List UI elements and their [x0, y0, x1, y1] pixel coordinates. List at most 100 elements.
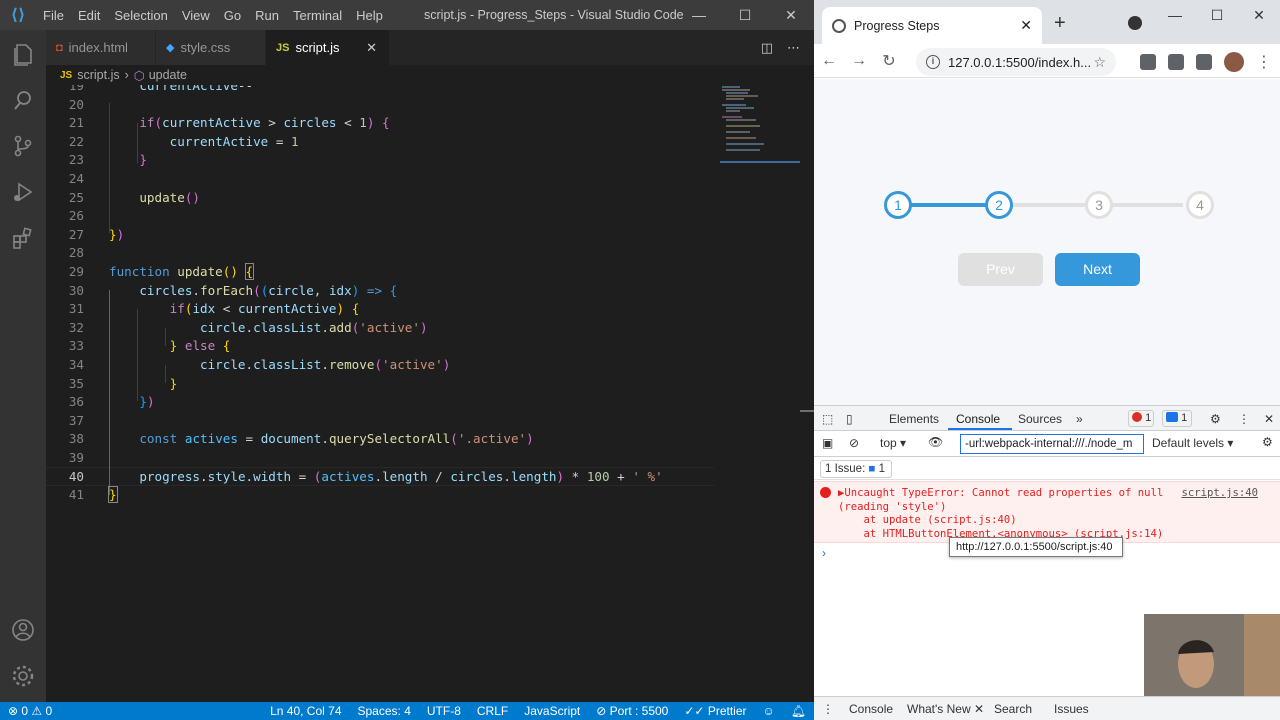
search-icon[interactable] [9, 86, 37, 114]
console-settings-icon[interactable]: ⚙ [1262, 435, 1273, 449]
drawer-tab-whats-new[interactable]: What's New [907, 702, 971, 716]
more-tabs-icon[interactable]: » [1076, 412, 1083, 426]
minimize-icon[interactable]: — [676, 0, 722, 30]
cursor-position[interactable]: Ln 40, Col 74 [262, 704, 349, 718]
language-mode[interactable]: JavaScript [516, 704, 588, 718]
menu-terminal[interactable]: Terminal [286, 8, 349, 23]
editor-scrollbar[interactable] [800, 85, 814, 702]
drawer-tab-issues[interactable]: Issues [1054, 702, 1089, 716]
forward-icon[interactable]: → [844, 52, 874, 70]
line-number: 24 [68, 171, 84, 186]
close-drawer-tab-icon[interactable]: ✕ [974, 702, 984, 716]
title-bar: ⟨⟩ File Edit Selection View Go Run Termi… [0, 0, 814, 30]
address-bar[interactable]: i 127.0.0.1:5500/index.h... ☆ [916, 48, 1116, 76]
prev-button[interactable]: Prev [958, 253, 1043, 286]
scroll-thumb[interactable] [800, 410, 814, 412]
account-icon[interactable] [9, 616, 37, 644]
context-selector[interactable]: top ▾ [880, 436, 906, 450]
console-prompt-icon[interactable]: › [822, 546, 826, 560]
maximize-icon[interactable]: ☐ [1196, 0, 1238, 30]
issues-label: 1 Issue: [825, 463, 866, 475]
back-icon[interactable]: ← [814, 52, 844, 70]
line-number: 28 [68, 245, 84, 261]
tab-style-css[interactable]: ◆ style.css [156, 30, 266, 65]
close-tab-icon[interactable]: ✕ [1020, 17, 1032, 34]
next-button[interactable]: Next [1055, 253, 1140, 286]
extension-icon[interactable] [1140, 54, 1156, 70]
minimap[interactable] [720, 85, 800, 165]
close-icon[interactable]: ✕ [1238, 0, 1280, 30]
end-of-line[interactable]: CRLF [469, 704, 516, 718]
minimize-icon[interactable]: — [1154, 0, 1196, 30]
tab-search-icon[interactable] [1128, 16, 1142, 30]
console-filter-input[interactable]: -url:webpack-internal:///./node_m [960, 434, 1144, 454]
inspect-element-icon[interactable]: ⬚ [822, 412, 833, 426]
encoding[interactable]: UTF-8 [419, 704, 469, 718]
reading-list-icon[interactable] [1196, 54, 1212, 70]
issues-link[interactable]: 1 Issue: ■ 1 [820, 460, 892, 478]
drawer-menu-icon[interactable]: ⋮ [822, 702, 834, 716]
split-editor-icon[interactable]: ◫ [761, 40, 773, 56]
error-count: 1 [1145, 412, 1152, 424]
notifications-icon[interactable]: 🔔︎ [783, 704, 814, 718]
devtools-settings-icon[interactable]: ⚙ [1210, 412, 1221, 426]
menu-help[interactable]: Help [349, 8, 390, 23]
devtools-tab-elements[interactable]: Elements [889, 412, 939, 426]
close-icon[interactable]: ✕ [768, 0, 814, 30]
reload-icon[interactable]: ↻ [874, 51, 904, 71]
indentation[interactable]: Spaces: 4 [350, 704, 419, 718]
tab-script-js[interactable]: JS script.js ✕ [266, 30, 390, 65]
menu-run[interactable]: Run [248, 8, 286, 23]
problems-indicator[interactable]: ⊗ 0 ⚠ 0 [0, 704, 60, 718]
info-icon[interactable]: i [926, 55, 940, 69]
show-sidebar-icon[interactable]: ▣ [822, 436, 833, 450]
drawer-tab-search[interactable]: Search [994, 702, 1032, 716]
profile-avatar[interactable] [1224, 52, 1244, 72]
menu-view[interactable]: View [175, 8, 217, 23]
settings-gear-icon[interactable] [9, 662, 37, 690]
prettier-status[interactable]: ✓✓ Prettier [676, 704, 754, 718]
menu-go[interactable]: Go [217, 8, 248, 23]
clear-console-icon[interactable]: ⊘ [849, 436, 859, 450]
bookmark-star-icon[interactable]: ☆ [1093, 54, 1106, 71]
code-line: 33 } else { [46, 337, 806, 356]
devtools-tab-console[interactable]: Console [956, 412, 1000, 426]
new-tab-icon[interactable]: + [1054, 12, 1066, 35]
close-tab-icon[interactable]: ✕ [352, 40, 377, 56]
more-actions-icon[interactable]: ⋯ [787, 40, 800, 56]
message-count-badge[interactable]: 1 [1162, 410, 1192, 427]
menu-selection[interactable]: Selection [107, 8, 174, 23]
error-line: (reading 'style') [838, 500, 947, 513]
explorer-icon[interactable] [9, 40, 37, 68]
breadcrumb-symbol[interactable]: update [149, 68, 187, 82]
line-number: 19 [68, 85, 84, 93]
maximize-icon[interactable]: ☐ [722, 0, 768, 30]
code-editor[interactable]: 19 currentActive-- 20 21 if(currentActiv… [46, 85, 814, 702]
live-server-port[interactable]: ⊘ Port : 5500 [588, 704, 676, 718]
drawer-tab-console[interactable]: Console [849, 702, 893, 716]
tab-index-html[interactable]: ◘ index.html [46, 30, 156, 65]
devtools-close-icon[interactable]: ✕ [1264, 412, 1274, 426]
breadcrumb-file[interactable]: script.js [77, 68, 119, 82]
menu-file[interactable]: File [36, 8, 71, 23]
error-source-link[interactable]: script.js:40 [1181, 487, 1258, 501]
puzzle-icon[interactable] [1168, 54, 1184, 70]
stack-frame[interactable]: at update (script.js:40) [838, 514, 1163, 528]
menu-edit[interactable]: Edit [71, 8, 107, 23]
html-file-icon: ◘ [56, 41, 63, 54]
devtools-tab-sources[interactable]: Sources [1018, 412, 1062, 426]
device-toolbar-icon[interactable]: ▯ [846, 412, 853, 426]
live-expression-eye-icon[interactable]: 👁︎ [928, 435, 943, 449]
error-line[interactable]: ▶Uncaught TypeError: Cannot read propert… [838, 487, 1163, 501]
source-control-icon[interactable] [9, 132, 37, 160]
error-icon [1132, 412, 1142, 422]
menu-dots-icon[interactable]: ⋮ [1256, 52, 1272, 72]
run-debug-icon[interactable] [9, 178, 37, 206]
error-count-badge[interactable]: 1 [1128, 410, 1154, 427]
breadcrumb: JS script.js › ⬡ update [46, 65, 814, 85]
log-levels-dropdown[interactable]: Default levels ▾ [1152, 436, 1233, 450]
browser-tab[interactable]: Progress Steps ✕ [822, 7, 1042, 44]
devtools-menu-icon[interactable]: ⋮ [1238, 412, 1250, 426]
feedback-icon[interactable]: ☺ [755, 704, 783, 718]
extensions-icon[interactable] [9, 224, 37, 252]
